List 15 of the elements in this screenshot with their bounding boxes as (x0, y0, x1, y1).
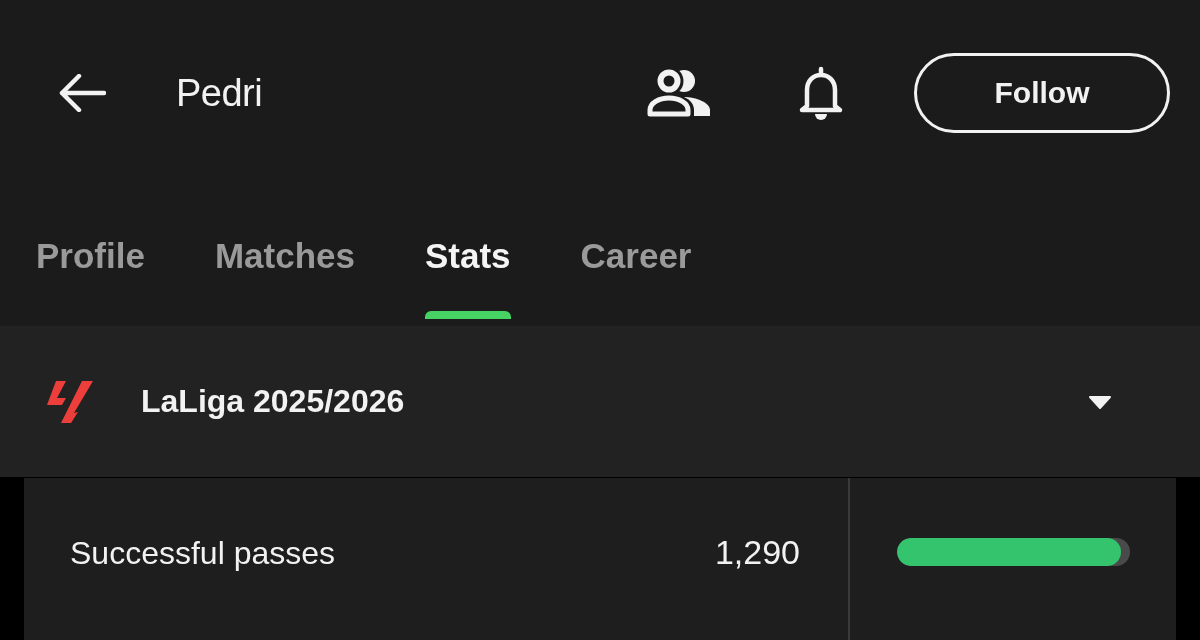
back-arrow-icon[interactable] (58, 74, 106, 112)
competition-selector[interactable]: LaLiga 2025/2026 (0, 326, 1200, 477)
people-icon[interactable] (647, 69, 713, 117)
tab[interactable]: Career (570, 230, 702, 319)
follow-button[interactable]: Follow (914, 53, 1170, 133)
bell-icon[interactable] (798, 66, 844, 120)
competition-name: LaLiga 2025/2026 (141, 383, 406, 420)
tab[interactable]: Stats (415, 230, 521, 319)
league-logo-icon (46, 379, 94, 424)
stat-value: 1,290 (714, 532, 801, 573)
player-name: Pedri (176, 71, 263, 115)
dropdown-caret-icon (1088, 394, 1112, 409)
tab[interactable]: Profile (26, 230, 155, 319)
tab[interactable]: Matches (204, 230, 365, 319)
stat-label: Successful passes (69, 534, 336, 573)
